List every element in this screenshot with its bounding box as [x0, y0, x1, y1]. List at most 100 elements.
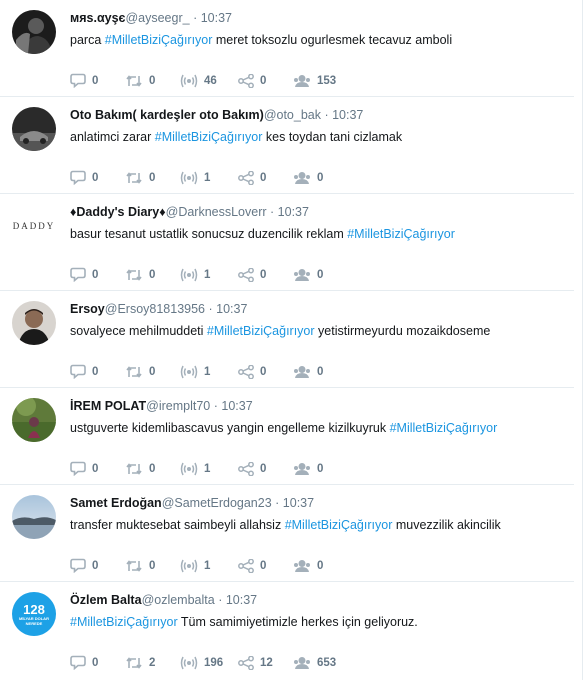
avatar[interactable]	[12, 10, 56, 54]
retweet-action[interactable]: 0	[125, 365, 180, 379]
reply-action[interactable]: 0	[70, 461, 125, 476]
retweet-action[interactable]: 0	[125, 74, 180, 88]
retweet-action[interactable]: 2	[125, 656, 180, 670]
tweet-header: Ersoy@Ersoy81813956 · 10:37	[70, 302, 247, 316]
reply-action[interactable]: 0	[70, 655, 125, 670]
broadcast-icon	[180, 268, 198, 281]
stream-count: 1	[204, 268, 211, 281]
users-action[interactable]: 0	[293, 462, 353, 476]
share-action[interactable]: 12	[238, 655, 293, 670]
broadcast-icon	[180, 559, 198, 572]
tweet-text-after: Tüm samimiyetimizle herkes için geliyoru…	[177, 615, 418, 629]
hashtag-link[interactable]: #MilletBiziÇağırıyor	[347, 227, 455, 241]
hashtag-link[interactable]: #MilletBiziÇağırıyor	[207, 324, 315, 338]
author-handle[interactable]: @oto_bak	[264, 108, 321, 122]
tweet-text-before: sovalyece mehilmuddeti	[70, 324, 207, 338]
avatar[interactable]	[12, 107, 56, 151]
reply-count: 0	[92, 559, 99, 572]
author-name[interactable]: ♦Daddy's Diary♦	[70, 205, 166, 219]
tweet-actions: 0 0 1 0 0	[70, 461, 353, 476]
users-count: 0	[317, 365, 324, 378]
author-name[interactable]: Özlem Balta	[70, 593, 142, 607]
tweet-time[interactable]: · 10:37	[218, 593, 257, 607]
users-icon	[294, 656, 310, 669]
tweet-time[interactable]: · 10:37	[324, 108, 363, 122]
users-action[interactable]: 153	[293, 74, 353, 88]
author-name[interactable]: Ersoy	[70, 302, 105, 316]
broadcast-icon	[180, 74, 198, 87]
stream-count: 46	[204, 74, 217, 87]
retweet-count: 0	[149, 268, 156, 281]
stream-action[interactable]: 1	[180, 365, 238, 379]
author-name[interactable]: Oto Bakım( kardeşler oto Bakım)	[70, 108, 264, 122]
tweet-text: #MilletBiziÇağırıyor Tüm samimiyetimizle…	[70, 615, 418, 629]
hashtag-link[interactable]: #MilletBiziÇağırıyor	[70, 615, 178, 629]
author-handle[interactable]: @DarknessLoverr	[166, 205, 267, 219]
avatar-caption: MİLYAR DOLAR NEREDE	[19, 615, 49, 626]
reply-action[interactable]: 0	[70, 73, 125, 88]
retweet-action[interactable]: 0	[125, 462, 180, 476]
hashtag-link[interactable]: #MilletBiziÇağırıyor	[105, 33, 213, 47]
users-action[interactable]: 0	[293, 559, 353, 573]
reply-icon	[70, 267, 86, 282]
stream-action[interactable]: 1	[180, 559, 238, 573]
share-action[interactable]: 0	[238, 461, 293, 476]
reply-action[interactable]: 0	[70, 267, 125, 282]
retweet-action[interactable]: 0	[125, 268, 180, 282]
author-handle[interactable]: @SametErdogan23	[162, 496, 272, 510]
retweet-icon	[126, 559, 142, 572]
broadcast-icon	[180, 656, 198, 669]
tweet-text-before: parca	[70, 33, 105, 47]
hashtag-link[interactable]: #MilletBiziÇağırıyor	[390, 421, 498, 435]
share-action[interactable]: 0	[238, 73, 293, 88]
avatar[interactable]	[12, 495, 56, 539]
author-handle[interactable]: @iremplt70	[146, 399, 210, 413]
retweet-icon	[126, 268, 142, 281]
reply-count: 0	[92, 462, 99, 475]
users-action[interactable]: 0	[293, 268, 353, 282]
reply-icon	[70, 558, 86, 573]
reply-action[interactable]: 0	[70, 364, 125, 379]
reply-action[interactable]: 0	[70, 558, 125, 573]
hashtag-link[interactable]: #MilletBiziÇağırıyor	[285, 518, 393, 532]
tweet-time[interactable]: · 10:37	[270, 205, 309, 219]
share-count: 0	[260, 171, 267, 184]
avatar[interactable]: 128 MİLYAR DOLAR NEREDE	[12, 592, 56, 636]
tweet-time[interactable]: · 10:37	[193, 11, 232, 25]
avatar[interactable]: DADDY	[12, 204, 56, 248]
retweet-action[interactable]: 0	[125, 559, 180, 573]
stream-action[interactable]: 1	[180, 462, 238, 476]
avatar[interactable]	[12, 398, 56, 442]
tweet-time[interactable]: · 10:37	[275, 496, 314, 510]
stream-action[interactable]: 196	[180, 656, 238, 670]
author-name[interactable]: мяѕ.αуşє	[70, 11, 125, 25]
author-handle[interactable]: @ayseegr_	[125, 11, 189, 25]
users-count: 653	[317, 656, 337, 669]
stream-action[interactable]: 46	[180, 74, 238, 88]
author-name[interactable]: İREM POLAT	[70, 399, 146, 413]
tweet-time[interactable]: · 10:37	[214, 399, 253, 413]
tweet-actions: 0 0 1 0 0	[70, 267, 353, 282]
users-action[interactable]: 0	[293, 171, 353, 185]
author-handle[interactable]: @ozlembalta	[142, 593, 215, 607]
tweet-time[interactable]: · 10:37	[209, 302, 248, 316]
tweet-text-after: kes toydan tani cizlamak	[262, 130, 403, 144]
users-action[interactable]: 653	[293, 656, 353, 670]
reply-action[interactable]: 0	[70, 170, 125, 185]
users-action[interactable]: 0	[293, 365, 353, 379]
share-action[interactable]: 0	[238, 364, 293, 379]
stream-action[interactable]: 1	[180, 171, 238, 185]
share-action[interactable]: 0	[238, 267, 293, 282]
share-icon	[238, 461, 254, 476]
retweet-action[interactable]: 0	[125, 171, 180, 185]
avatar[interactable]	[12, 301, 56, 345]
retweet-count: 0	[149, 74, 156, 87]
share-action[interactable]: 0	[238, 558, 293, 573]
author-handle[interactable]: @Ersoy81813956	[105, 302, 205, 316]
hashtag-link[interactable]: #MilletBiziÇağırıyor	[155, 130, 263, 144]
share-count: 0	[260, 559, 267, 572]
tweet-actions: 0 0 1 0 0	[70, 170, 353, 185]
stream-action[interactable]: 1	[180, 268, 238, 282]
share-action[interactable]: 0	[238, 170, 293, 185]
author-name[interactable]: Samet Erdoğan	[70, 496, 162, 510]
